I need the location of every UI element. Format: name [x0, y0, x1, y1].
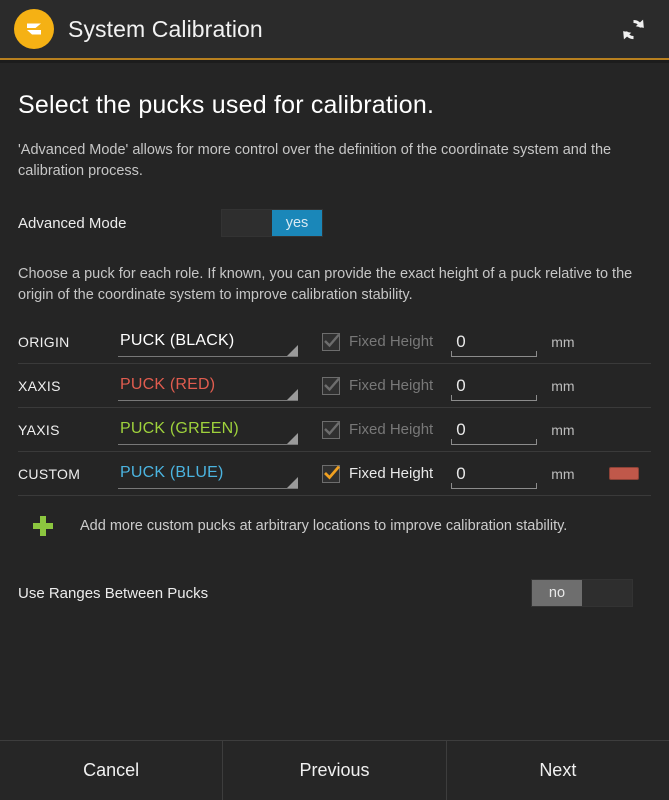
remove-puck-button[interactable] [609, 467, 639, 480]
height-input-value: 0 [456, 331, 466, 351]
unit-label: mm [551, 333, 575, 350]
role-label: YAXIS [18, 421, 60, 438]
z-logo-icon [14, 9, 54, 49]
toggle-thumb: yes [272, 210, 322, 236]
chevron-down-icon [287, 476, 298, 488]
chevron-down-icon [287, 344, 298, 356]
chevron-down-icon [287, 388, 298, 400]
fixed-height-label: Fixed Height [349, 377, 434, 394]
page-description: 'Advanced Mode' allows for more control … [18, 142, 612, 179]
toggle-track [582, 580, 632, 606]
calibration-window: System Calibration Select the pucks used… [0, 0, 669, 800]
height-input-custom[interactable]: 0 [451, 459, 538, 489]
height-input-value: 0 [456, 419, 466, 439]
puck-select-value: PUCK (BLACK) [120, 332, 235, 349]
checkbox-icon [322, 376, 340, 395]
cancel-button[interactable]: Cancel [0, 741, 222, 800]
puck-select-custom[interactable]: PUCK (BLUE) [118, 459, 298, 489]
advanced-mode-label: Advanced Mode [18, 214, 127, 232]
role-label: CUSTOM [18, 465, 81, 482]
app-title: System Calibration [68, 15, 263, 42]
puck-hint-text: Choose a puck for each role. If known, y… [18, 266, 633, 303]
fixed-height-checkbox-yaxis[interactable]: Fixed Height [322, 420, 434, 439]
height-input-value: 0 [456, 463, 466, 483]
chevron-down-icon [287, 432, 298, 444]
advanced-mode-row: Advanced Mode yes [18, 208, 651, 238]
unit-label: mm [551, 377, 575, 394]
use-ranges-row: Use Ranges Between Pucks no [18, 578, 651, 608]
checkbox-icon [322, 464, 341, 483]
fixed-height-label: Fixed Height [349, 421, 434, 438]
puck-select-origin[interactable]: PUCK (BLACK) [118, 327, 298, 357]
table-row: XAXIS PUCK (RED) Fixed Height 0 mm [18, 364, 651, 408]
checkbox-icon [322, 332, 340, 351]
add-custom-puck-row: Add more custom pucks at arbitrary locat… [18, 510, 651, 542]
fixed-height-checkbox-custom[interactable]: Fixed Height [322, 464, 434, 483]
height-input-xaxis[interactable]: 0 [451, 371, 538, 401]
fixed-height-checkbox-origin[interactable]: Fixed Height [322, 332, 434, 351]
puck-select-value: PUCK (GREEN) [120, 420, 239, 437]
main-content: Select the pucks used for calibration. '… [0, 63, 669, 740]
puck-select-value: PUCK (BLUE) [120, 464, 224, 481]
plus-icon[interactable] [28, 511, 58, 541]
titlebar: System Calibration [0, 0, 669, 58]
checkbox-icon [322, 420, 340, 439]
fixed-height-label: Fixed Height [349, 333, 434, 350]
refresh-icon[interactable] [615, 11, 651, 47]
height-input-yaxis[interactable]: 0 [451, 415, 538, 445]
page-title: Select the pucks used for calibration. [18, 91, 435, 119]
puck-table: ORIGIN PUCK (BLACK) Fixed Height 0 mm XA… [18, 320, 651, 496]
toggle-thumb: no [532, 580, 582, 606]
toggle-track [222, 210, 272, 236]
previous-button[interactable]: Previous [222, 741, 445, 800]
unit-label: mm [551, 421, 575, 438]
height-input-value: 0 [456, 375, 466, 395]
add-custom-puck-text: Add more custom pucks at arbitrary locat… [80, 518, 568, 534]
input-underline [451, 350, 538, 357]
use-ranges-label: Use Ranges Between Pucks [18, 584, 209, 602]
input-underline [451, 482, 538, 489]
input-underline [451, 394, 538, 401]
unit-label: mm [551, 465, 575, 482]
input-underline [451, 438, 538, 445]
use-ranges-toggle[interactable]: no [531, 579, 633, 607]
table-row: ORIGIN PUCK (BLACK) Fixed Height 0 mm [18, 320, 651, 364]
fixed-height-label: Fixed Height [349, 465, 434, 482]
advanced-mode-toggle[interactable]: yes [221, 209, 323, 237]
puck-select-value: PUCK (RED) [120, 376, 216, 393]
height-input-origin[interactable]: 0 [451, 327, 538, 357]
fixed-height-checkbox-xaxis[interactable]: Fixed Height [322, 376, 434, 395]
role-label: XAXIS [18, 377, 61, 394]
role-label: ORIGIN [18, 333, 70, 350]
puck-select-xaxis[interactable]: PUCK (RED) [118, 371, 298, 401]
table-row: CUSTOM PUCK (BLUE) Fixed Height 0 mm [18, 452, 651, 496]
footer-bar: Cancel Previous Next [0, 740, 669, 800]
next-button[interactable]: Next [445, 741, 669, 800]
puck-select-yaxis[interactable]: PUCK (GREEN) [118, 415, 298, 445]
table-row: YAXIS PUCK (GREEN) Fixed Height 0 mm [18, 408, 651, 452]
